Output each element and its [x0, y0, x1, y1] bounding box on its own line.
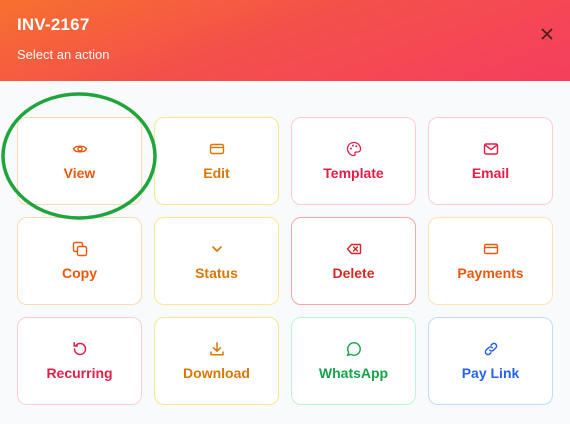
download-action-button[interactable]: Download: [154, 317, 279, 405]
chevron-down-icon: [211, 246, 222, 252]
close-button[interactable]: [536, 23, 558, 45]
status-action-label: Status: [195, 265, 238, 281]
edit-action-label: Edit: [203, 165, 230, 181]
recurring-action-button[interactable]: Recurring: [17, 317, 142, 405]
backspace-icon: [346, 243, 361, 255]
card-icon: [483, 243, 498, 255]
eye-icon: [72, 145, 87, 153]
view-action-button[interactable]: View: [17, 117, 142, 205]
invoice-action-modal: INV-2167 Select an action View Edit Templa…: [0, 0, 570, 424]
recurring-action-label: Recurring: [46, 365, 113, 381]
view-action-label: View: [63, 165, 96, 181]
mail-icon: [483, 143, 498, 155]
payments-action-button[interactable]: Payments: [428, 217, 553, 305]
email-action-button[interactable]: Email: [428, 117, 553, 205]
template-action-label: Template: [323, 165, 384, 181]
copy-icon: [72, 241, 87, 257]
refresh-icon: [72, 342, 86, 356]
email-action-label: Email: [471, 165, 510, 181]
whatsapp-action-label: WhatsApp: [318, 365, 389, 381]
delete-action-button[interactable]: Delete: [291, 217, 416, 305]
copy-action-label: Copy: [62, 265, 97, 281]
edit-action-button[interactable]: Edit: [154, 117, 279, 205]
download-icon: [209, 342, 224, 356]
delete-action-label: Delete: [332, 265, 375, 281]
modal-header: INV-2167 Select an action: [0, 0, 570, 81]
copy-action-button[interactable]: Copy: [17, 217, 142, 305]
pay-link-action-label: Pay Link: [461, 365, 520, 381]
close-icon: [541, 28, 553, 40]
modal-title: INV-2167: [17, 15, 90, 34]
download-action-label: Download: [183, 365, 250, 381]
palette-icon: [346, 141, 361, 157]
status-action-button[interactable]: Status: [154, 217, 279, 305]
link-icon: [484, 342, 497, 356]
chat-bubble-icon: [346, 342, 361, 357]
card-icon: [209, 143, 224, 155]
modal-subtitle: Select an action: [17, 47, 110, 62]
whatsapp-action-button[interactable]: WhatsApp: [291, 317, 416, 405]
action-grid: View Edit Template Email Copy Status Delete Pay…: [17, 117, 553, 405]
template-action-button[interactable]: Template: [291, 117, 416, 205]
payments-action-label: Payments: [457, 265, 524, 281]
pay-link-action-button[interactable]: Pay Link: [428, 317, 553, 405]
